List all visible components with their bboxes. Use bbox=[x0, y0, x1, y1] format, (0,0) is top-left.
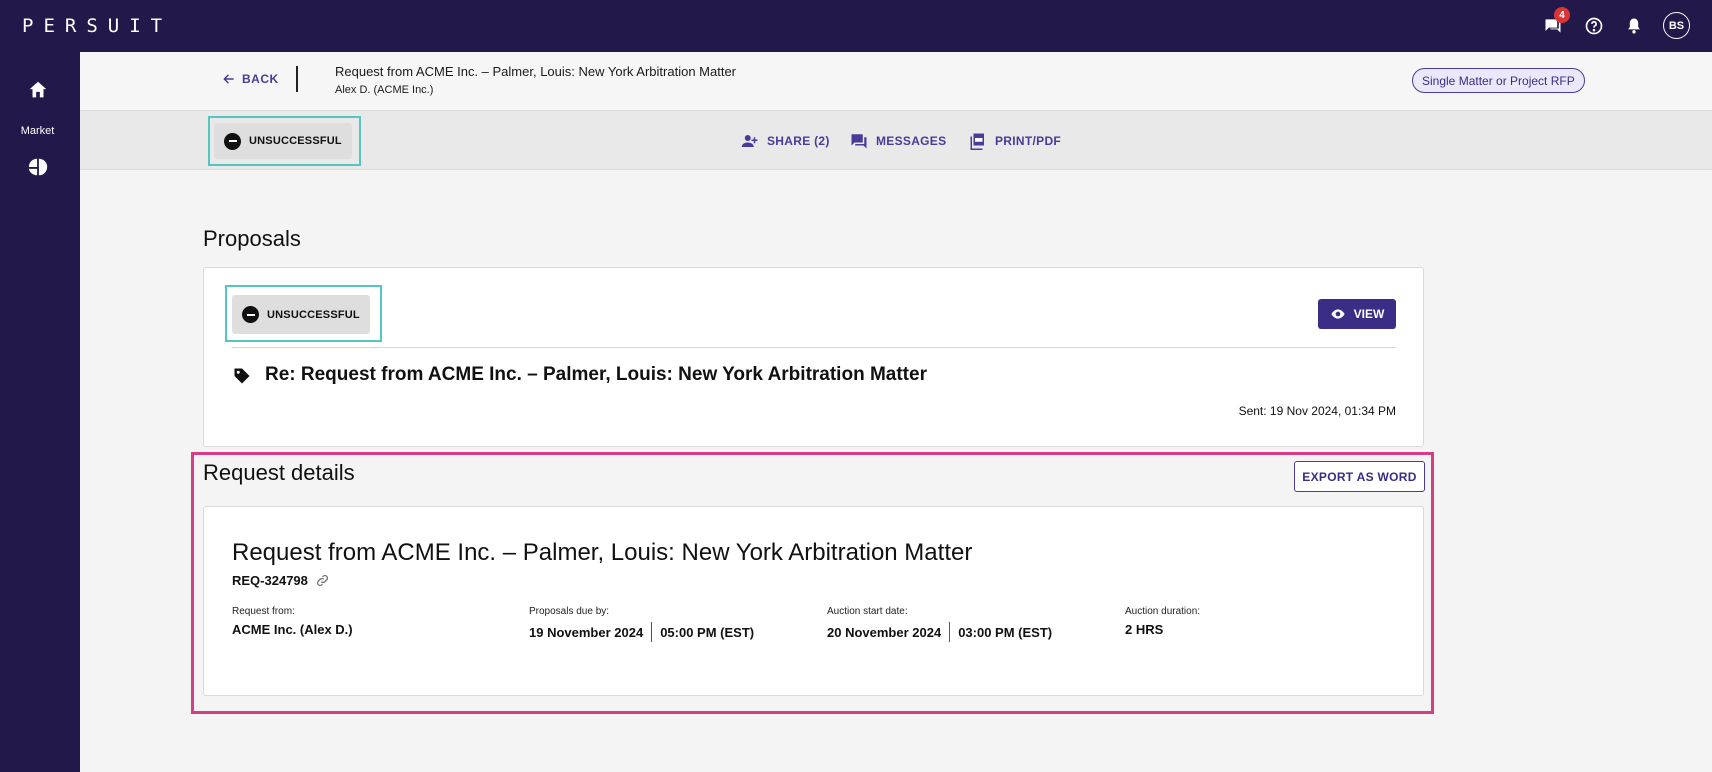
messages-button[interactable]: MESSAGES bbox=[850, 132, 946, 150]
share-people-icon bbox=[741, 135, 758, 147]
request-header: BACK Request from ACME Inc. – Palmer, Lo… bbox=[80, 52, 1712, 110]
proposals-due-value: 19 November 2024 05:00 PM (EST) bbox=[529, 622, 754, 642]
request-id: REQ-324798 bbox=[232, 573, 330, 588]
bell-icon[interactable] bbox=[1621, 13, 1647, 39]
export-as-word-button[interactable]: EXPORT AS WORD bbox=[1294, 461, 1425, 492]
proposals-due-label: Proposals due by: bbox=[529, 606, 610, 617]
proposals-heading: Proposals bbox=[203, 226, 301, 251]
auction-duration-label: Auction duration: bbox=[1125, 606, 1201, 617]
proposal-status-badge: UNSUCCESSFUL bbox=[232, 295, 370, 334]
status-badge: UNSUCCESSFUL bbox=[214, 123, 352, 159]
proposals-due-date: 19 November 2024 bbox=[529, 624, 644, 640]
request-details-card bbox=[203, 506, 1424, 696]
request-details-heading: Request details bbox=[203, 460, 355, 485]
messages-icon[interactable]: 4 bbox=[1540, 7, 1570, 39]
request-from-label: Request from: bbox=[232, 606, 295, 617]
minus-circle-icon bbox=[224, 132, 241, 150]
value-separator bbox=[949, 622, 951, 642]
status-label: UNSUCCESSFUL bbox=[249, 135, 342, 147]
action-bar: UNSUCCESSFUL SHARE (2) MESSAGES PRINT/PD… bbox=[80, 110, 1712, 170]
arrow-left-icon bbox=[223, 74, 234, 84]
sent-timestamp: Sent: 19 Nov 2024, 01:34 PM bbox=[1238, 404, 1396, 418]
request-id-value: REQ-324798 bbox=[232, 573, 308, 588]
minus-circle-icon bbox=[242, 306, 259, 323]
proposal-card bbox=[203, 267, 1424, 447]
messages-badge: 4 bbox=[1554, 7, 1570, 23]
request-title: Request from ACME Inc. – Palmer, Louis: … bbox=[232, 539, 973, 566]
tag-icon bbox=[234, 368, 250, 384]
share-label: SHARE (2) bbox=[767, 134, 830, 148]
auction-start-value: 20 November 2024 03:00 PM (EST) bbox=[827, 622, 1052, 642]
card-divider bbox=[232, 347, 1396, 348]
auction-start-time: 03:00 PM (EST) bbox=[958, 624, 1053, 640]
auction-start-date: 20 November 2024 bbox=[827, 624, 942, 640]
side-nav: Market bbox=[0, 52, 80, 772]
print-pdf-button[interactable]: PRINT/PDF bbox=[969, 132, 1061, 150]
request-from-value: ACME Inc. (Alex D.) bbox=[232, 622, 353, 637]
link-icon[interactable] bbox=[315, 573, 330, 588]
value-separator bbox=[651, 622, 653, 642]
chat-icon bbox=[851, 134, 867, 149]
sidebar-item-market-label[interactable]: Market bbox=[0, 125, 75, 137]
eye-icon bbox=[1330, 309, 1345, 319]
home-icon[interactable] bbox=[27, 79, 49, 101]
back-button[interactable]: BACK bbox=[222, 72, 279, 86]
auction-start-label: Auction start date: bbox=[827, 606, 908, 617]
print-label: PRINT/PDF bbox=[995, 134, 1062, 148]
header-subtitle: Alex D. (ACME Inc.) bbox=[335, 84, 434, 96]
messages-label: MESSAGES bbox=[876, 134, 947, 148]
help-icon[interactable] bbox=[1581, 13, 1607, 39]
view-label: VIEW bbox=[1353, 307, 1385, 321]
proposal-title[interactable]: Re: Request from ACME Inc. – Palmer, Lou… bbox=[265, 364, 927, 386]
market-icon[interactable] bbox=[27, 156, 49, 178]
back-label: BACK bbox=[242, 72, 279, 86]
user-avatar[interactable]: BS bbox=[1663, 12, 1690, 39]
share-button[interactable]: SHARE (2) bbox=[741, 132, 830, 150]
rfp-type-pill[interactable]: Single Matter or Project RFP bbox=[1412, 68, 1585, 93]
auction-duration-value: 2 HRS bbox=[1125, 622, 1164, 637]
persuit-logo[interactable]: PERSUIT bbox=[22, 15, 172, 37]
header-title: Request from ACME Inc. – Palmer, Louis: … bbox=[335, 64, 737, 79]
top-bar: PERSUIT 4 BS bbox=[0, 0, 1712, 52]
view-button[interactable]: VIEW bbox=[1318, 299, 1396, 329]
pdf-icon bbox=[970, 133, 984, 150]
proposals-due-time: 05:00 PM (EST) bbox=[660, 624, 755, 640]
header-divider bbox=[296, 66, 298, 92]
proposal-status-label: UNSUCCESSFUL bbox=[267, 308, 360, 321]
